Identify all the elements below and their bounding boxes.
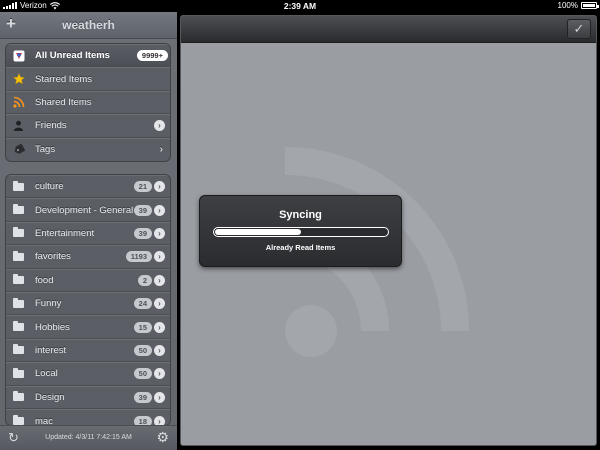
folder-icon [12,250,25,262]
top-items-group: All Unread Items 9999+ Starred Items Sha… [5,43,171,162]
folder-item[interactable]: Hobbies 15 › [6,315,170,339]
disclosure-chevron-icon[interactable]: › [154,204,165,216]
folder-item[interactable]: Entertainment 39 › [6,221,170,246]
sidebar: + weatherh All Unread Items 9999+ Starre… [0,12,177,450]
sync-progress-fill [215,229,301,235]
folder-label: Design [35,391,65,403]
battery-percent: 100% [557,1,578,10]
folder-item[interactable]: Local 50 › [6,362,170,386]
disclosure-chevron-icon[interactable]: › [154,368,165,380]
folder-icon [12,391,25,403]
folder-label: Funny [35,298,62,310]
folder-item[interactable]: Design 39 › [6,385,170,409]
dialog-subtitle: Already Read Items [265,243,336,252]
main-toolbar: ✓ [181,16,596,43]
disclosure-chevron-icon[interactable]: › [154,227,165,239]
folder-item[interactable]: Funny 24 › [6,291,170,316]
folders-group: culture 21 › Development - General 39 › … [5,174,171,426]
battery-icon [581,2,599,9]
folder-count-badge: 24 [133,298,152,310]
tag-icon [12,144,25,155]
person-icon [12,120,25,132]
folder-icon [12,204,25,216]
folder-count-badge: 39 [133,227,152,239]
unread-count-badge: 9999+ [136,50,168,62]
sidebar-item-starred[interactable]: Starred Items [6,67,170,91]
star-icon [12,73,25,85]
syncing-dialog: Syncing Already Read Items [199,195,402,267]
disclosure-chevron-icon[interactable]: › [154,321,165,333]
battery-info: 100% [557,1,599,10]
disclosure-chevron-icon[interactable]: › [154,181,165,193]
mark-all-read-button[interactable]: ✓ [567,19,591,39]
folder-label: interest [35,344,67,356]
sidebar-item-tags[interactable]: Tags › [6,137,170,161]
sidebar-header: + weatherh [0,12,177,39]
folder-item[interactable]: culture 21 › [6,175,170,199]
folder-label: Hobbies [35,321,70,333]
checkmark-icon: ✓ [573,21,585,36]
folder-label: Local [35,368,58,380]
folder-icon [12,367,25,379]
folder-icon [12,274,25,286]
disclosure-chevron-icon[interactable]: › [154,251,165,263]
last-updated-text: Updated: 4/3/11 7:42:15 AM [45,434,132,441]
folder-icon [12,227,25,239]
folder-label: food [35,274,54,286]
gear-icon[interactable]: ⚙ [156,429,169,446]
clock: 2:39 AM [283,1,317,11]
folder-icon [12,344,25,356]
account-title: weatherh [62,18,115,32]
folder-icon [12,297,25,309]
chevron-right-icon: › [159,144,163,156]
sidebar-item-label: Starred Items [35,73,93,85]
sidebar-item-friends[interactable]: Friends › [6,114,170,138]
folder-count-badge: 39 [133,391,152,403]
shared-rss-icon [12,97,25,109]
folder-count-badge: 21 [133,181,152,193]
folder-label: culture [35,181,64,193]
folder-count-badge: 50 [133,344,152,356]
sync-progress-bar [213,227,389,237]
folder-label: Development - General [35,204,134,216]
folder-item[interactable]: interest 50 › [6,338,170,363]
sidebar-item-label: Friends [35,120,67,132]
folder-count-badge: 1193 [125,251,152,263]
sidebar-item-label: All Unread Items [35,50,110,62]
disclosure-chevron-icon[interactable]: › [154,274,165,286]
folder-icon [12,321,25,333]
dialog-title: Syncing [279,209,322,221]
sidebar-item-label: Tags [35,144,56,156]
sidebar-item-all-unread[interactable]: All Unread Items 9999+ [6,44,170,68]
folder-label: favorites [35,251,71,263]
folder-item[interactable]: mac 18 › [6,408,170,425]
sidebar-item-shared[interactable]: Shared Items [6,90,170,115]
folder-item[interactable]: food 2 › [6,268,170,292]
folder-icon [12,180,25,192]
folder-count-badge: 2 [137,274,152,286]
sidebar-footer: ↻ Updated: 4/3/11 7:42:15 AM ⚙ [0,425,177,450]
disclosure-chevron-icon[interactable]: › [154,298,165,310]
folder-label: Entertainment [35,227,95,239]
status-bar: Verizon 2:39 AM 100% [0,0,600,12]
folder-count-badge: 50 [133,368,152,380]
folder-item[interactable]: Development - General 39 › [6,198,170,222]
folder-count-badge: 15 [133,321,152,333]
google-reader-icon [12,50,25,62]
disclosure-chevron-icon[interactable]: › [154,391,165,403]
sidebar-item-label: Shared Items [35,96,92,108]
disclosure-chevron-icon[interactable]: › [154,344,165,356]
folder-count-badge: 39 [133,204,152,216]
disclosure-chevron-icon[interactable]: › [154,120,165,132]
folder-item[interactable]: favorites 1193 › [6,245,170,269]
